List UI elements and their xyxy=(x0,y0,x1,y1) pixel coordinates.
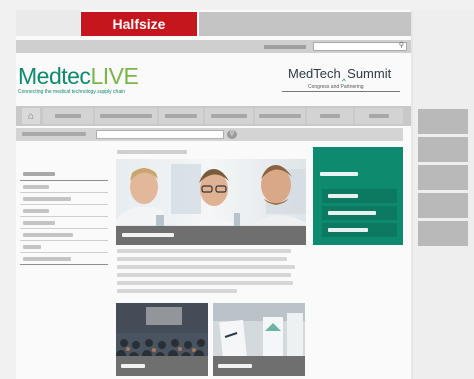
article-line xyxy=(117,249,291,253)
section-heading xyxy=(117,150,187,154)
promo-heading xyxy=(320,172,358,176)
promo-button-1-label xyxy=(328,194,358,198)
thumbnail-1-caption-bar[interactable] xyxy=(116,356,208,376)
sub-search-label xyxy=(22,132,86,136)
promo-button-1[interactable] xyxy=(322,189,397,203)
hero-caption-bar[interactable] xyxy=(116,226,306,245)
article-line xyxy=(117,289,237,293)
logo-part1: Medtec xyxy=(18,63,91,89)
sub-search-input[interactable] xyxy=(96,130,224,139)
home-icon[interactable]: ⌂ xyxy=(22,108,40,124)
summit-underline xyxy=(282,91,400,92)
halfsize-banner[interactable]: Halfsize xyxy=(81,12,197,36)
side-ad-4[interactable] xyxy=(418,193,468,218)
sidebar-item-4[interactable] xyxy=(23,221,55,225)
medteclive-logo[interactable]: MedtecLIVE xyxy=(18,63,139,89)
side-ad-2[interactable] xyxy=(418,137,468,162)
sidebar-item-1[interactable] xyxy=(23,185,49,189)
sidebar-divider xyxy=(20,204,108,205)
article-line xyxy=(117,265,295,269)
halfsize-label: Halfsize xyxy=(112,16,166,32)
nav-item-7-label xyxy=(369,114,389,118)
side-ad-5[interactable] xyxy=(418,221,468,246)
sidebar-divider xyxy=(20,216,108,217)
sidebar-divider xyxy=(20,252,108,253)
sidebar-divider xyxy=(20,264,108,265)
sidebar-divider xyxy=(20,240,108,241)
nav-item-3[interactable] xyxy=(159,108,203,124)
sidebar-divider xyxy=(20,192,108,193)
promo-button-2[interactable] xyxy=(322,206,397,220)
promo-button-3-label xyxy=(328,228,368,232)
teal-promo-box xyxy=(313,147,403,245)
sidebar-item-7[interactable] xyxy=(23,257,71,261)
nav-item-6-label xyxy=(320,114,340,118)
nav-item-6[interactable] xyxy=(307,108,353,124)
medteclive-tagline: Connecting the medical technology supply… xyxy=(18,89,126,95)
article-line xyxy=(117,281,293,285)
nav-item-1[interactable] xyxy=(43,108,93,124)
summit-name2: Summit xyxy=(347,66,392,81)
search-icon[interactable]: ⚲ xyxy=(227,130,237,139)
sidebar-divider xyxy=(20,228,108,229)
sidebar-item-3[interactable] xyxy=(23,209,49,213)
sidebar-item-6[interactable] xyxy=(23,245,41,249)
medtech-summit-logo[interactable]: MedTech‸Summit xyxy=(288,66,391,82)
utility-link[interactable] xyxy=(264,45,306,49)
logo-part2: LIVE xyxy=(90,63,139,89)
page-edge xyxy=(411,10,413,379)
nav-item-5-label xyxy=(259,114,301,118)
sidebar-item-2[interactable] xyxy=(23,197,71,201)
nav-item-7[interactable] xyxy=(355,108,403,124)
promo-button-2-label xyxy=(328,211,376,215)
nav-item-2[interactable] xyxy=(95,108,157,124)
nav-item-5[interactable] xyxy=(255,108,305,124)
summit-name1: MedTech xyxy=(288,66,341,81)
sidebar-item-5[interactable] xyxy=(23,233,73,237)
search-icon[interactable]: ⚲ xyxy=(399,41,404,49)
summit-tagline: Congress and Partnering xyxy=(308,84,364,90)
pulse-icon: ‸ xyxy=(341,66,347,81)
sidebar-divider xyxy=(20,180,108,181)
side-ad-3[interactable] xyxy=(418,165,468,190)
article-line xyxy=(117,273,291,277)
hero-caption xyxy=(122,233,174,237)
thumbnail-1-caption xyxy=(121,364,145,368)
nav-item-4-label xyxy=(211,114,247,118)
sidebar-heading xyxy=(23,172,55,176)
nav-item-2-label xyxy=(100,114,152,118)
nav-item-4[interactable] xyxy=(205,108,253,124)
promo-button-3[interactable] xyxy=(322,223,397,237)
thumbnail-2-caption xyxy=(218,364,252,368)
article-line xyxy=(117,257,287,261)
thumbnail-2-caption-bar[interactable] xyxy=(213,356,305,376)
nav-item-1-label xyxy=(55,114,81,118)
nav-item-3-label xyxy=(165,114,197,118)
banner-left-slot xyxy=(16,10,80,36)
leaderboard-ad[interactable] xyxy=(199,12,411,36)
side-ad-1[interactable] xyxy=(418,109,468,134)
top-search-input[interactable]: ⚲ xyxy=(313,42,407,51)
